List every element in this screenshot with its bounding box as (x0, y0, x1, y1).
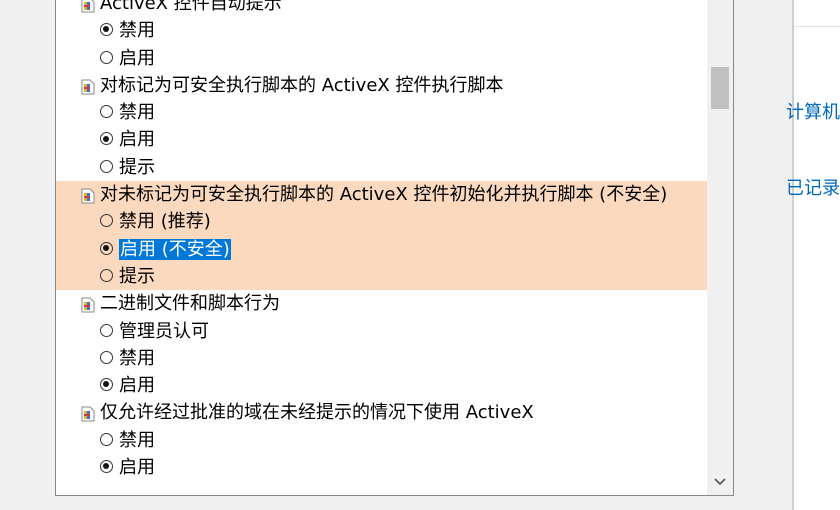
setting-group-row: 对标记为可安全执行脚本的 ActiveX 控件执行脚本 (56, 72, 707, 99)
radio-label: 管理员认可 (119, 320, 209, 342)
setting-option-row[interactable]: 启用 (56, 126, 707, 153)
setting-group-label: 对标记为可安全执行脚本的 ActiveX 控件执行脚本 (100, 74, 504, 96)
radio-label: 禁用 (119, 347, 155, 369)
setting-option-row[interactable]: 启用 (56, 45, 707, 72)
radio-button[interactable] (100, 432, 113, 446)
setting-icon (81, 403, 95, 422)
setting-group-row: 二进制文件和脚本行为 (56, 290, 707, 317)
setting-option-row[interactable]: 启用 (56, 372, 707, 399)
radio-label: 启用 (119, 375, 155, 397)
radio-button[interactable] (100, 23, 113, 37)
setting-option-row[interactable]: 禁用 (56, 99, 707, 126)
setting-option-row[interactable]: 启用 (不安全) (56, 235, 707, 263)
radio-button[interactable] (100, 378, 113, 392)
radio-button[interactable] (100, 323, 113, 337)
radio-button[interactable] (100, 241, 113, 255)
radio-button[interactable] (100, 159, 113, 173)
setting-group-label: 对未标记为可安全执行脚本的 ActiveX 控件初始化并执行脚本 (不安全) (100, 184, 668, 206)
setting-group-label: ActiveX 控件自动提示 (100, 0, 282, 14)
radio-label: 启用 (119, 129, 155, 151)
scroll-down-arrow-icon[interactable] (713, 475, 727, 489)
radio-button[interactable] (100, 214, 113, 228)
setting-group-row: ActiveX 控件自动提示 (56, 0, 707, 17)
setting-option-row[interactable]: 管理员认可 (56, 318, 707, 345)
radio-label: 启用 (119, 457, 155, 479)
setting-group-label: 仅允许经过批准的域在未经提示的情况下使用 ActiveX (100, 402, 534, 424)
radio-label: 提示 (119, 156, 155, 178)
divider (794, 26, 840, 27)
setting-icon (81, 76, 95, 95)
setting-option-row[interactable]: 提示 (56, 262, 707, 291)
setting-group-row: 对未标记为可安全执行脚本的 ActiveX 控件初始化并执行脚本 (不安全) (56, 181, 707, 209)
setting-option-row[interactable]: 提示 (56, 154, 707, 181)
radio-button[interactable] (100, 268, 113, 282)
radio-button[interactable] (100, 132, 113, 146)
setting-option-row[interactable]: 禁用 (56, 345, 707, 372)
settings-list-items: ActiveX 控件自动提示 禁用 启用 对标记为可安全执行脚本的 ActiveX 控… (56, 0, 707, 481)
vertical-scrollbar[interactable] (707, 0, 733, 495)
security-settings-list[interactable]: ActiveX 控件自动提示 禁用 启用 对标记为可安全执行脚本的 ActiveX 控… (55, 0, 734, 496)
radio-button[interactable] (100, 50, 113, 64)
background-window (794, 0, 840, 510)
radio-label: 启用 (119, 47, 155, 69)
setting-group-row: 仅允许经过批准的域在未经提示的情况下使用 ActiveX (56, 399, 707, 426)
radio-button[interactable] (100, 105, 113, 119)
setting-option-row[interactable]: 禁用 (56, 17, 707, 44)
radio-button[interactable] (100, 350, 113, 364)
radio-label: 禁用 (119, 102, 155, 124)
setting-icon (81, 185, 95, 204)
radio-label: 禁用 (推荐) (119, 211, 211, 233)
radio-label: 禁用 (119, 20, 155, 42)
setting-icon (81, 294, 95, 313)
background-link-record[interactable]: 已记录 (786, 174, 840, 200)
setting-option-row[interactable]: 禁用 (推荐) (56, 208, 707, 236)
setting-option-row[interactable]: 禁用 (56, 427, 707, 454)
setting-group-label: 二进制文件和脚本行为 (100, 293, 280, 315)
setting-option-row[interactable]: 启用 (56, 454, 707, 481)
setting-icon (81, 0, 95, 13)
radio-label: 启用 (不安全) (119, 238, 231, 260)
background-link-computer[interactable]: 计算机 (786, 98, 840, 124)
radio-label: 禁用 (119, 429, 155, 451)
radio-label: 提示 (119, 265, 155, 287)
scrollbar-thumb[interactable] (711, 67, 729, 109)
radio-button[interactable] (100, 460, 113, 474)
